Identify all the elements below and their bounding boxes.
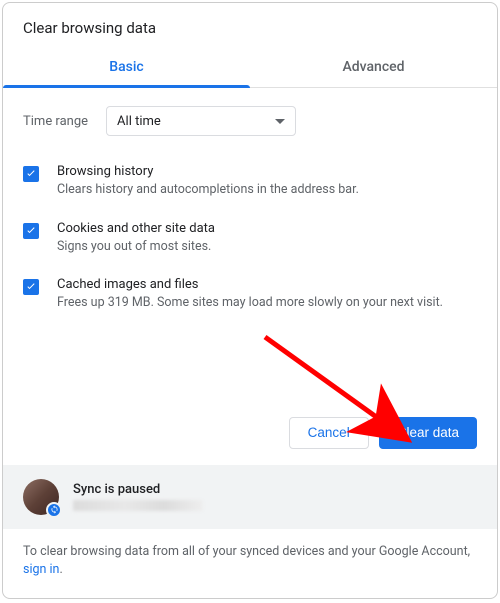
- time-range-row: Time range All time: [23, 106, 477, 136]
- footer-text-before: To clear browsing data from all of your …: [23, 544, 470, 559]
- option-title: Cached images and files: [57, 277, 477, 292]
- option-text: Cookies and other site data Signs you ou…: [57, 221, 477, 256]
- sync-email-blurred: [73, 500, 203, 511]
- time-range-label: Time range: [23, 114, 88, 129]
- button-row: Cancel Clear data: [3, 417, 497, 465]
- sync-text: Sync is paused: [73, 482, 477, 511]
- time-range-select[interactable]: All time: [106, 106, 296, 136]
- option-cache: Cached images and files Frees up 319 MB.…: [23, 277, 477, 312]
- option-title: Cookies and other site data: [57, 221, 477, 236]
- dialog-title: Clear browsing data: [3, 3, 497, 49]
- check-icon: [25, 225, 37, 237]
- dialog-content: Time range All time Browsing history Cle…: [3, 88, 497, 417]
- footer-text-after: .: [59, 562, 62, 577]
- option-text: Cached images and files Frees up 319 MB.…: [57, 277, 477, 312]
- footer-note: To clear browsing data from all of your …: [3, 529, 497, 599]
- option-text: Browsing history Clears history and auto…: [57, 164, 477, 199]
- option-browsing-history: Browsing history Clears history and auto…: [23, 164, 477, 199]
- avatar: [23, 479, 59, 515]
- sync-title: Sync is paused: [73, 482, 477, 497]
- check-icon: [25, 281, 37, 293]
- tab-basic[interactable]: Basic: [3, 49, 250, 87]
- cancel-button[interactable]: Cancel: [289, 417, 369, 449]
- option-desc: Frees up 319 MB. Some sites may load mor…: [57, 294, 477, 312]
- checkbox-cookies[interactable]: [23, 223, 39, 239]
- clear-browsing-data-dialog: Clear browsing data Basic Advanced Time …: [2, 2, 498, 599]
- sync-paused-badge-icon: [46, 502, 62, 518]
- sign-in-link[interactable]: sign in: [23, 562, 59, 577]
- option-title: Browsing history: [57, 164, 477, 179]
- checkbox-browsing-history[interactable]: [23, 166, 39, 182]
- time-range-value: All time: [117, 114, 161, 129]
- caret-down-icon: [275, 119, 285, 124]
- checkbox-cache[interactable]: [23, 279, 39, 295]
- option-cookies: Cookies and other site data Signs you ou…: [23, 221, 477, 256]
- clear-data-button[interactable]: Clear data: [379, 417, 477, 449]
- sync-section: Sync is paused: [3, 465, 497, 529]
- option-desc: Signs you out of most sites.: [57, 238, 477, 256]
- tab-bar: Basic Advanced: [3, 49, 497, 88]
- tab-advanced[interactable]: Advanced: [250, 49, 497, 87]
- check-icon: [25, 168, 37, 180]
- option-desc: Clears history and autocompletions in th…: [57, 181, 477, 199]
